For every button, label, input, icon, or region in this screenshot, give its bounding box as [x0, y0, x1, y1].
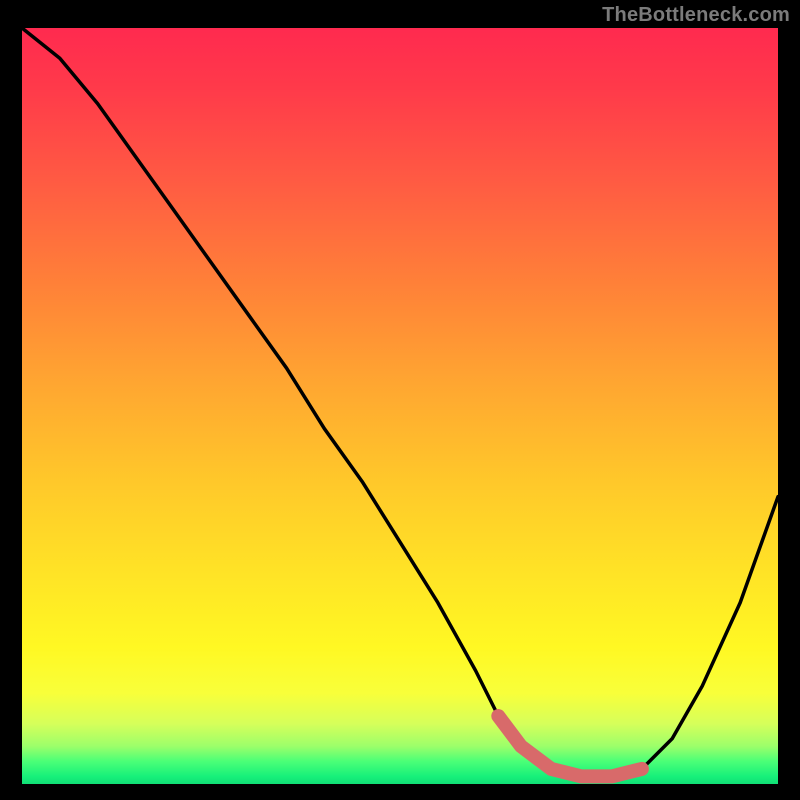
chart-container: TheBottleneck.com [0, 0, 800, 800]
main-curve [22, 28, 778, 776]
curve-layer [22, 28, 778, 784]
plot-area [22, 28, 778, 784]
bottom-border [0, 784, 800, 800]
highlight-segment [498, 716, 642, 776]
watermark-label: TheBottleneck.com [602, 4, 790, 27]
